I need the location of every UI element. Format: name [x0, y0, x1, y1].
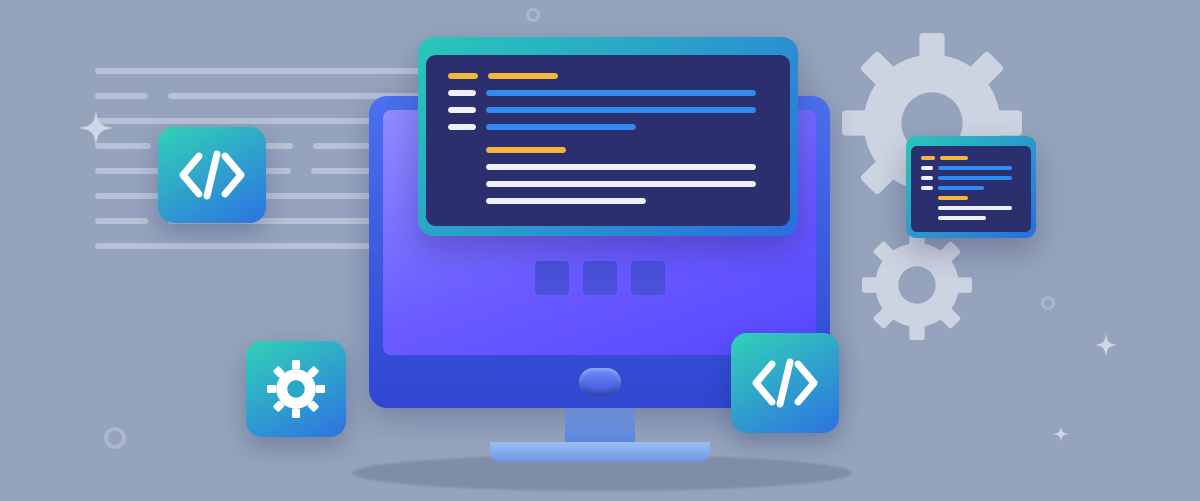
- code-window-small: [906, 136, 1036, 238]
- monitor-home-button: [579, 368, 621, 396]
- circle-outline-icon: [1041, 296, 1055, 310]
- monitor-neck: [565, 408, 635, 442]
- dock-tile: [631, 261, 665, 295]
- gear-tile: [246, 341, 346, 437]
- sparkle-icon: [1052, 425, 1070, 443]
- monitor-foot: [490, 442, 710, 462]
- code-tile: [731, 333, 839, 433]
- code-window-large: [418, 37, 798, 236]
- gear-icon: [862, 230, 972, 345]
- code-tile: [158, 127, 266, 223]
- sparkle-icon: [1093, 332, 1119, 358]
- code-window-body: [426, 55, 790, 226]
- gear-icon: [267, 360, 325, 418]
- dock-apps: [535, 261, 665, 295]
- sparkle-icon: [76, 108, 116, 148]
- dock-tile: [535, 261, 569, 295]
- illustration-stage: [0, 0, 1200, 501]
- dock-tile: [583, 261, 617, 295]
- circle-outline-icon: [526, 8, 540, 22]
- code-brackets-icon: [177, 150, 247, 200]
- circle-outline-icon: [104, 427, 126, 449]
- code-brackets-icon: [750, 357, 820, 409]
- code-window-body: [911, 146, 1031, 232]
